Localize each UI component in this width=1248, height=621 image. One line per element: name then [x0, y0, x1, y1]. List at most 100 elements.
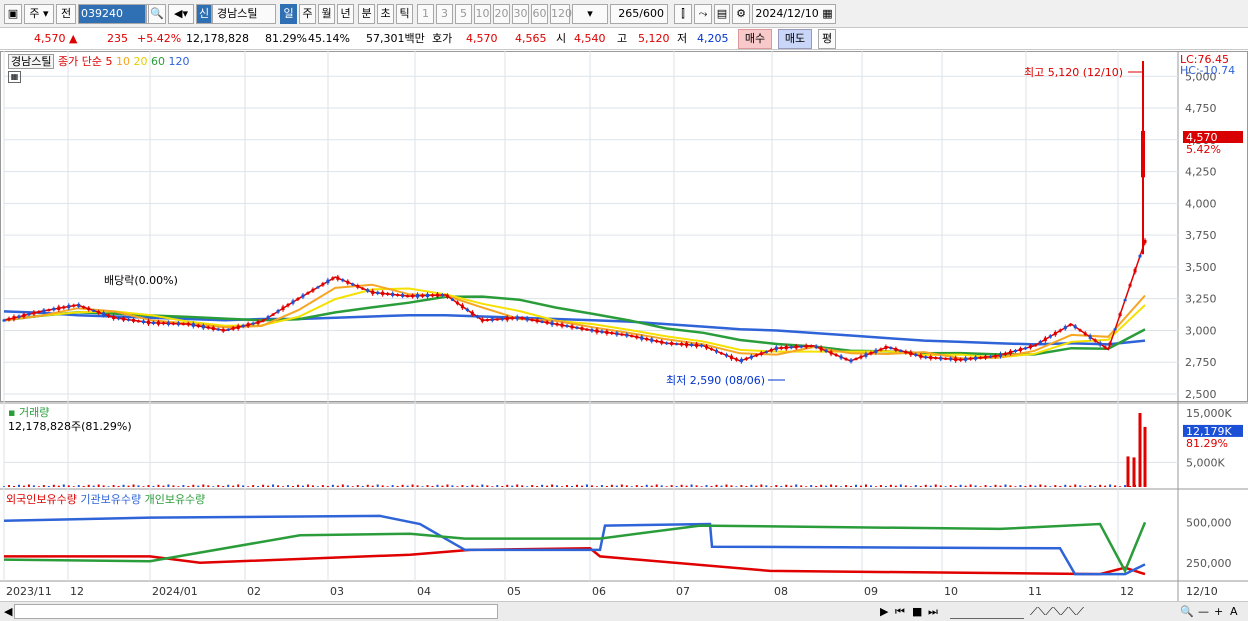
interval-120[interactable]: 120: [550, 4, 572, 24]
volume-bar: [835, 485, 838, 487]
scroll-left-icon[interactable]: ◀: [4, 604, 12, 619]
legend-foreign[interactable]: 외국인보유수량: [6, 493, 77, 506]
volume-bar: [685, 485, 688, 487]
volume-bar: [446, 484, 449, 487]
zoom-icon[interactable]: 🔍: [1180, 604, 1194, 619]
search-icon[interactable]: 🔍: [148, 4, 166, 24]
volume-bar: [451, 485, 454, 487]
candle-body: [864, 353, 868, 357]
interval-20[interactable]: 20: [493, 4, 510, 24]
volume-bar: [924, 484, 927, 487]
market-select[interactable]: 주 ▾: [24, 4, 54, 24]
code-input[interactable]: 039240: [78, 4, 146, 24]
date-input[interactable]: 2024/12/10 ▦: [752, 4, 836, 24]
candle-body: [1093, 339, 1097, 342]
candle-body: [67, 304, 71, 309]
scroll-bar[interactable]: ◀ ▶ ⏮ ■ ⏭ ⟋⟍⟋⟍⟋⟍⟋ 🔍 — + A: [0, 601, 1248, 621]
period-tick[interactable]: 틱: [396, 4, 413, 24]
xaxis-label: 12: [70, 585, 84, 598]
candle-body: [974, 356, 978, 360]
period-week[interactable]: 주: [299, 4, 316, 24]
volume-bar: [625, 485, 628, 487]
volume-bar: [815, 485, 818, 487]
volume-bar: [217, 485, 220, 487]
candle-body: [585, 328, 589, 331]
volume-bar: [929, 485, 932, 487]
candle-icon[interactable]: ⫿: [674, 4, 692, 24]
volume-bar: [894, 485, 897, 487]
line-chart-icon[interactable]: ⤳: [694, 4, 712, 24]
candle-body: [1128, 284, 1132, 287]
stock-name[interactable]: 경남스틸: [212, 4, 276, 24]
legend-institution[interactable]: 기관보유수량: [80, 493, 141, 506]
zoom-slider[interactable]: [950, 604, 1024, 619]
volume-bar: [152, 485, 155, 487]
chart-svg[interactable]: 5,0004,7504,5004,2504,0003,7503,5003,250…: [0, 51, 1248, 601]
volume-bar: [42, 485, 45, 487]
draw-tools-icon[interactable]: ⟋⟍⟋⟍⟋⟍⟋: [1030, 604, 1084, 619]
gear-icon[interactable]: ⚙: [732, 4, 750, 24]
forward-icon[interactable]: ⏭: [928, 604, 938, 619]
amount: 57,301백만: [366, 32, 425, 45]
legend-stock[interactable]: 경남스틸: [8, 54, 55, 69]
scroll-right-icon[interactable]: ▶: [880, 604, 888, 619]
calculator-icon[interactable]: ▦: [8, 71, 21, 83]
volume-bar: [904, 485, 907, 487]
volume-bar: [431, 485, 434, 487]
volume-bar: [879, 485, 882, 487]
ma-60-line: [3, 295, 1146, 356]
rewind-icon[interactable]: ⏮: [895, 604, 905, 619]
candle-body: [92, 309, 96, 312]
buy-button[interactable]: 매수: [738, 29, 772, 49]
window-icon[interactable]: ▣: [4, 4, 22, 24]
scroll-track[interactable]: [14, 604, 498, 619]
toolbar: ▣ 주 ▾ 전 039240 ▾ 🔍 ◀▾ 신 경남스틸 일 주 월 년 분 초…: [0, 0, 1248, 28]
candle-body: [1078, 329, 1082, 332]
candle-body: [12, 316, 16, 320]
save-icon[interactable]: ▤: [714, 4, 730, 24]
eval-button[interactable]: 평: [818, 29, 836, 49]
period-month[interactable]: 월: [318, 4, 335, 24]
interval-3[interactable]: 3: [436, 4, 453, 24]
date-value: 2024/12/10: [755, 7, 819, 20]
volume-bar: [571, 485, 574, 487]
period-second[interactable]: 초: [377, 4, 394, 24]
volume-bar: [426, 485, 429, 487]
interval-60[interactable]: 60: [531, 4, 548, 24]
sell-button[interactable]: 매도: [778, 29, 812, 49]
interval-30[interactable]: 30: [512, 4, 529, 24]
volume-bar: [122, 484, 125, 487]
candle-body: [396, 294, 400, 297]
zoom-out-icon[interactable]: —: [1198, 604, 1209, 619]
volume-spike-bar: [1143, 426, 1147, 487]
candle-body: [535, 319, 539, 323]
speaker-icon[interactable]: ◀▾: [168, 4, 194, 24]
candle-body: [421, 294, 425, 297]
interval-1[interactable]: 1: [417, 4, 434, 24]
interval-5[interactable]: 5: [455, 4, 472, 24]
interval-10[interactable]: 10: [474, 4, 491, 24]
prev-button[interactable]: 전: [56, 4, 76, 24]
volume-bar: [82, 485, 85, 487]
volume-bar: [730, 485, 733, 487]
chart-area[interactable]: 5,0004,7504,5004,2504,0003,7503,5003,250…: [0, 51, 1248, 601]
font-size-icon[interactable]: A: [1230, 604, 1238, 619]
candle-body: [72, 304, 76, 307]
candle-body: [485, 319, 489, 322]
count-field[interactable]: 265/600: [610, 4, 668, 24]
legend-ma-label[interactable]: 종가 단순: [58, 55, 102, 68]
period-year[interactable]: 년: [337, 4, 354, 24]
xaxis-label: 12: [1120, 585, 1134, 598]
candle-body: [595, 329, 599, 333]
period-day[interactable]: 일: [280, 4, 297, 24]
legend-individual[interactable]: 개인보유수량: [145, 493, 206, 506]
interval-select[interactable]: ▾: [572, 4, 608, 24]
stop-icon[interactable]: ■: [912, 604, 922, 619]
volume-bar: [142, 486, 145, 487]
period-minute[interactable]: 분: [358, 4, 375, 24]
candle-body: [42, 309, 46, 313]
candle-body: [356, 284, 360, 288]
volume-bar: [57, 485, 60, 487]
candle-body: [774, 346, 778, 351]
zoom-in-icon[interactable]: +: [1214, 604, 1223, 619]
